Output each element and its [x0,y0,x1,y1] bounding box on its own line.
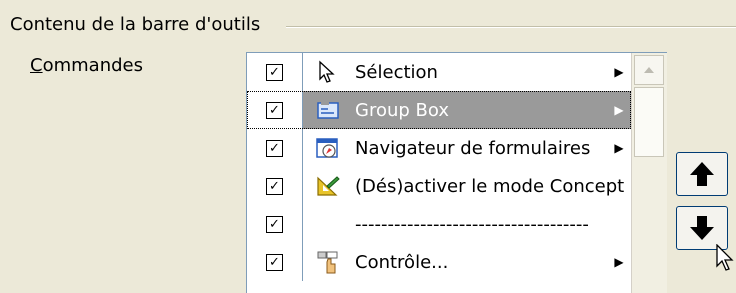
list-item-label: Contrôle... [355,251,449,273]
item-checkbox[interactable]: ✓ [266,215,283,233]
list-item-label: Navigateur de formulaires [355,137,591,159]
move-up-button[interactable] [676,152,728,196]
group-divider [286,26,736,28]
item-checkbox[interactable]: ✓ [266,139,283,157]
list-item-selection[interactable]: ✓ Sélection ▶ [247,53,631,91]
commands-listbox[interactable]: ✓ Sélection ▶ ✓ Group Box ▶ ✓ Navigateur… [246,52,667,293]
form-navigator-icon [315,135,341,161]
submenu-arrow-icon: ▶ [614,103,624,117]
list-item-label: Group Box [355,99,449,121]
control-icon [315,249,341,275]
list-scrollbar[interactable] [631,53,667,293]
submenu-arrow-icon: ▶ [614,141,624,155]
mouse-cursor-icon [716,244,734,271]
design-mode-icon [315,173,341,199]
list-item-label: Sélection [355,61,438,83]
arrow-up-icon [690,162,714,186]
list-item-form-navigator[interactable]: ✓ Navigateur de formulaires ▶ [247,129,631,167]
list-item-design-mode[interactable]: ✓ (Dés)activer le mode Concept [247,167,631,205]
submenu-arrow-icon: ▶ [614,255,624,269]
scroll-thumb[interactable] [634,87,664,157]
list-item-control[interactable]: ✓ Contrôle... ▶ [247,243,631,281]
cursor-arrow-icon [315,59,341,85]
list-item-label: (Dés)activer le mode Concept [355,175,625,197]
item-checkbox[interactable]: ✓ [266,101,283,119]
list-item-blank-icon [315,211,341,237]
item-checkbox[interactable]: ✓ [266,177,283,195]
arrow-down-icon [690,216,714,240]
list-item-group-box[interactable]: ✓ Group Box ▶ [247,91,631,129]
group-box-icon [315,97,341,123]
submenu-arrow-icon: ▶ [614,65,624,79]
scroll-up-button[interactable] [634,55,664,85]
list-item-separator[interactable]: ✓ ------------------------------------ [247,205,631,243]
group-title: Contenu de la barre d'outils [10,14,267,35]
commands-label: Commandes [30,55,143,76]
list-item-label: ------------------------------------ [355,213,589,235]
item-checkbox[interactable]: ✓ [266,253,283,271]
chevron-up-icon [644,67,654,73]
item-checkbox[interactable]: ✓ [266,63,283,81]
